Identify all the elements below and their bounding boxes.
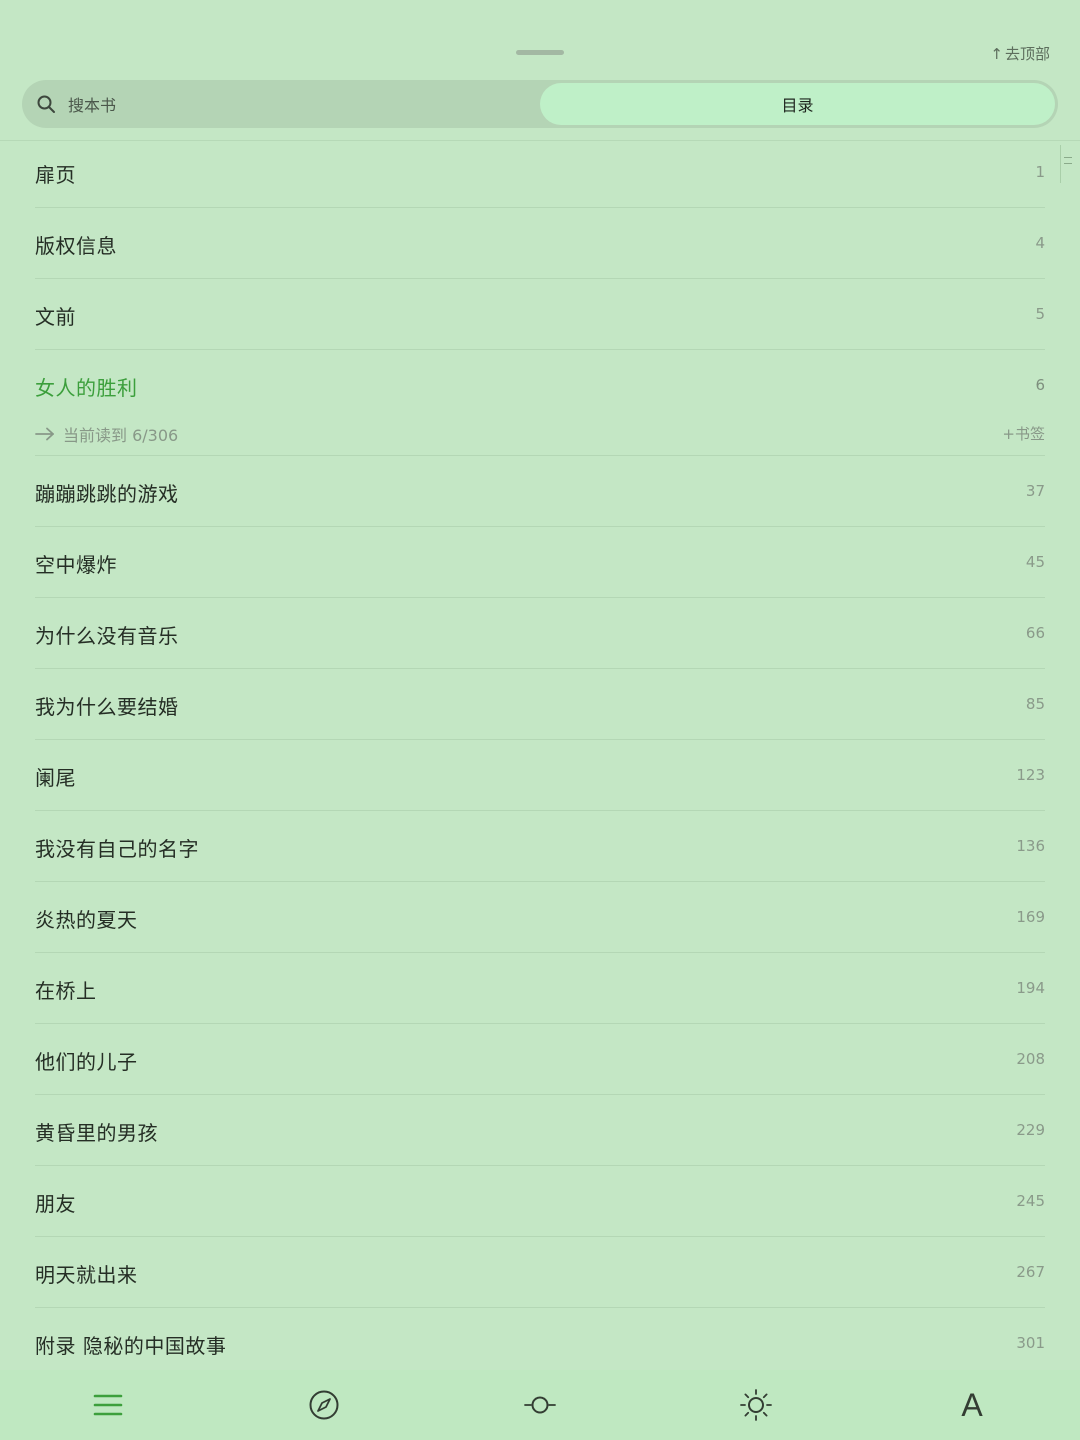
toc-item[interactable]: 附录 隐秘的中国故事 301 <box>35 1308 1045 1378</box>
progress-button[interactable] <box>512 1380 568 1430</box>
toc-item-title: 黄昏里的男孩 <box>35 1121 158 1145</box>
toc-item-page: 208 <box>1016 1050 1045 1068</box>
search-toc-switcher: 搜本书 目录 <box>22 80 1058 128</box>
compass-icon <box>309 1390 339 1420</box>
menu-icon <box>93 1394 123 1416</box>
toc-item[interactable]: 文前 5 <box>35 279 1045 350</box>
progress-icon <box>524 1396 556 1414</box>
toc-item-page: 136 <box>1016 837 1045 855</box>
toc-item-page: 45 <box>1025 553 1045 571</box>
toc-item-page: 1 <box>1035 163 1045 181</box>
toc-item-title: 阑尾 <box>35 766 76 790</box>
reading-progress: 当前读到 6/306 <box>35 422 178 446</box>
toc-item-page: 194 <box>1016 979 1045 997</box>
toc-item-page: 169 <box>1016 908 1045 926</box>
font-settings-button[interactable]: A <box>944 1380 1000 1430</box>
brightness-icon <box>740 1389 772 1421</box>
toc-item-title: 附录 隐秘的中国故事 <box>35 1334 227 1358</box>
toc-item-page: 6 <box>1035 376 1045 394</box>
toc-item-title: 我没有自己的名字 <box>35 837 199 861</box>
toc-item-current[interactable]: 女人的胜利 6 当前读到 6/306 +书签 <box>35 350 1045 456</box>
toc-item-page: 301 <box>1016 1334 1045 1352</box>
toc-menu-button[interactable] <box>80 1380 136 1430</box>
toc-item-page: 267 <box>1016 1263 1045 1281</box>
toc-item[interactable]: 版权信息 4 <box>35 208 1045 279</box>
toc-item-page: 4 <box>1035 234 1045 252</box>
toc-list: 扉页 1 版权信息 4 文前 5 女人的胜利 6 当前读到 6/306 +书签 … <box>35 137 1045 1378</box>
toc-item[interactable]: 蹦蹦跳跳的游戏 37 <box>35 456 1045 527</box>
bottom-toolbar: A <box>0 1370 1080 1440</box>
toc-item[interactable]: 炎热的夏天 169 <box>35 882 1045 953</box>
font-icon: A <box>961 1387 983 1423</box>
toc-item[interactable]: 我没有自己的名字 136 <box>35 811 1045 882</box>
go-top-label: 去顶部 <box>1004 45 1050 63</box>
toc-item-title: 女人的胜利 <box>35 376 138 400</box>
toc-item-page: 85 <box>1025 695 1045 713</box>
scroll-indicator[interactable] <box>1060 145 1075 183</box>
add-bookmark-button[interactable]: +书签 <box>1002 423 1045 444</box>
reading-status: 当前读到 6/306 <box>63 426 179 445</box>
toc-item-page: 123 <box>1016 766 1045 784</box>
toc-item-title: 为什么没有音乐 <box>35 624 179 648</box>
toc-item[interactable]: 黄昏里的男孩 229 <box>35 1095 1045 1166</box>
toc-item[interactable]: 他们的儿子 208 <box>35 1024 1045 1095</box>
toc-item-page: 5 <box>1035 305 1045 323</box>
arrow-right-icon <box>35 427 54 441</box>
go-top-button[interactable]: ↑ 去顶部 <box>990 43 1050 64</box>
toc-item-title: 炎热的夏天 <box>35 908 138 932</box>
brightness-button[interactable] <box>728 1380 784 1430</box>
toc-item-title: 蹦蹦跳跳的游戏 <box>35 482 179 506</box>
toc-item-title: 我为什么要结婚 <box>35 695 179 719</box>
toc-item-title: 扉页 <box>35 163 76 187</box>
toc-item-title: 文前 <box>35 305 76 329</box>
toc-item-page: 37 <box>1025 482 1045 500</box>
toc-item-title: 在桥上 <box>35 979 97 1003</box>
toc-item-title: 朋友 <box>35 1192 76 1216</box>
search-book-button[interactable]: 搜本书 <box>36 80 116 128</box>
toc-item-page: 66 <box>1025 624 1045 642</box>
toc-item-page: 245 <box>1016 1192 1045 1210</box>
toc-item[interactable]: 扉页 1 <box>35 137 1045 208</box>
drag-handle[interactable] <box>516 50 564 55</box>
toc-item-title: 空中爆炸 <box>35 553 117 577</box>
search-icon <box>37 95 55 113</box>
toc-item-title: 明天就出来 <box>35 1263 138 1287</box>
toc-item[interactable]: 空中爆炸 45 <box>35 527 1045 598</box>
toc-item[interactable]: 在桥上 194 <box>35 953 1045 1024</box>
toc-item[interactable]: 朋友 245 <box>35 1166 1045 1237</box>
search-book-label: 搜本书 <box>68 96 117 115</box>
toc-item[interactable]: 阑尾 123 <box>35 740 1045 811</box>
toc-item-title: 他们的儿子 <box>35 1050 138 1074</box>
toc-item[interactable]: 为什么没有音乐 66 <box>35 598 1045 669</box>
compass-button[interactable] <box>296 1380 352 1430</box>
toc-item-page: 229 <box>1016 1121 1045 1139</box>
toc-item[interactable]: 我为什么要结婚 85 <box>35 669 1045 740</box>
toc-item-title: 版权信息 <box>35 234 117 258</box>
arrow-up-icon: ↑ <box>990 44 1003 63</box>
toc-item[interactable]: 明天就出来 267 <box>35 1237 1045 1308</box>
tab-toc[interactable]: 目录 <box>540 83 1055 125</box>
